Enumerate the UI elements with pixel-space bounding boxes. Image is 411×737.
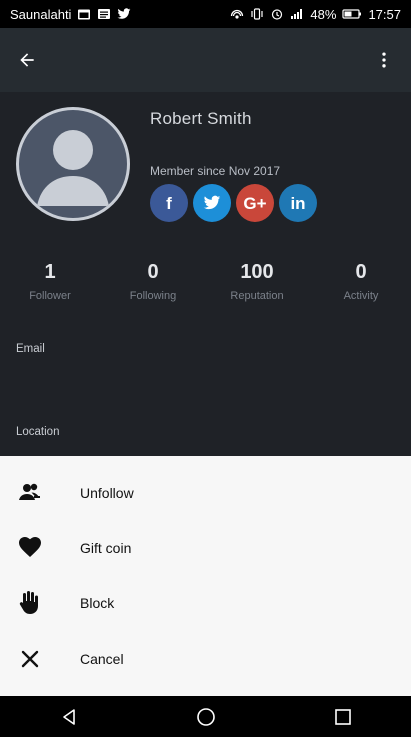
stat-follower[interactable]: 1 Follower — [10, 260, 90, 302]
signal-icon — [290, 8, 304, 20]
stat-value: 1 — [44, 261, 56, 283]
profile-name: Robert Smith — [150, 109, 252, 128]
arrow-left-icon — [20, 53, 34, 67]
calendar-icon — [77, 8, 91, 20]
gift-coin-option[interactable]: Gift coin — [0, 520, 411, 575]
twitter-icon — [117, 8, 131, 20]
notes-icon — [97, 8, 111, 20]
cancel-label: Cancel — [80, 650, 124, 667]
clock: 17:57 — [368, 6, 401, 22]
hotspot-icon — [230, 8, 244, 20]
facebook-icon: f — [166, 193, 172, 213]
location-label: Location — [16, 426, 60, 438]
vibrate-icon — [250, 8, 264, 20]
square-recents-icon — [334, 708, 351, 725]
block-option[interactable]: Block — [0, 575, 411, 630]
stats-row: 1 Follower 0 Following 100 Reputation 0 … — [0, 260, 411, 308]
stat-value: 0 — [147, 261, 159, 283]
stat-value: 100 — [240, 261, 274, 283]
hand-icon — [17, 590, 43, 616]
twitter-button[interactable] — [193, 184, 231, 222]
stat-value: 0 — [355, 261, 367, 283]
nav-back-button[interactable] — [49, 697, 89, 737]
stat-following[interactable]: 0 Following — [113, 260, 193, 302]
unfollow-label: Unfollow — [80, 484, 134, 501]
social-links: f G+ in — [150, 184, 317, 222]
back-button[interactable] — [14, 47, 40, 73]
more-vertical-icon — [382, 52, 386, 68]
circle-home-icon — [196, 707, 215, 726]
heart-icon — [17, 535, 43, 561]
gift-coin-label: Gift coin — [80, 539, 132, 556]
close-icon — [17, 646, 43, 672]
overflow-menu-button[interactable] — [371, 47, 397, 73]
linkedin-button[interactable]: in — [279, 184, 317, 222]
user-silhouette-icon — [37, 130, 109, 206]
stat-label: Reputation — [230, 290, 284, 302]
email-label: Email — [16, 343, 45, 355]
battery-percent: 48% — [310, 6, 337, 22]
unfollow-icon — [17, 480, 43, 506]
battery-icon — [342, 8, 362, 20]
unfollow-option[interactable]: Unfollow — [0, 465, 411, 520]
carrier-name: Saunalahti — [10, 6, 72, 22]
status-right: 48% 17:57 — [230, 7, 401, 22]
cancel-option[interactable]: Cancel — [0, 631, 411, 686]
avatar — [16, 107, 130, 221]
system-nav-bar — [0, 696, 411, 737]
member-since: Member since Nov 2017 — [150, 164, 281, 178]
stat-label: Follower — [29, 290, 71, 302]
google-plus-icon: G+ — [243, 193, 267, 213]
stat-activity[interactable]: 0 Activity — [321, 260, 401, 302]
app-toolbar — [0, 28, 411, 92]
triangle-back-icon — [62, 708, 75, 725]
stat-label: Following — [129, 290, 177, 302]
facebook-button[interactable]: f — [150, 184, 188, 222]
action-sheet: Unfollow Gift coin Block Cancel — [0, 456, 411, 696]
twitter-bird-icon — [203, 195, 221, 210]
status-bar: Saunalahti 48% 17:57 — [0, 0, 411, 28]
nav-home-button[interactable] — [186, 697, 226, 737]
stat-label: Activity — [343, 290, 379, 302]
stat-reputation[interactable]: 100 Reputation — [217, 260, 297, 302]
google-plus-button[interactable]: G+ — [236, 184, 274, 222]
nav-recents-button[interactable] — [323, 697, 363, 737]
linkedin-icon: in — [290, 193, 306, 213]
status-left: Saunalahti — [10, 7, 131, 22]
block-label: Block — [80, 594, 115, 611]
alarm-icon — [270, 8, 284, 20]
profile-section: Robert Smith Member since Nov 2017 f G+ … — [0, 92, 411, 456]
